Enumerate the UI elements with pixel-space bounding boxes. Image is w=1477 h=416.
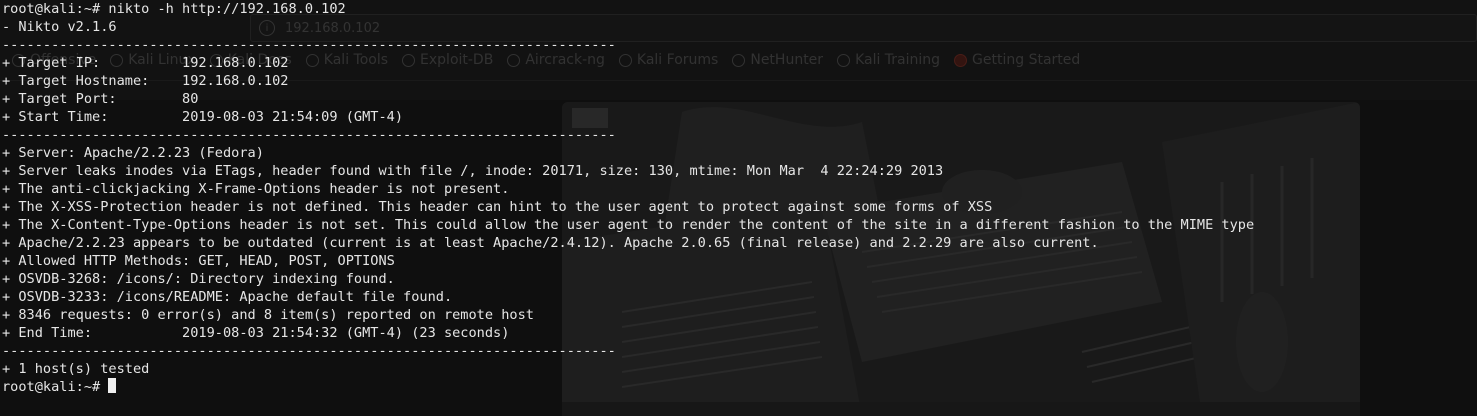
terminal-line-version: - Nikto v2.1.6 <box>2 19 117 35</box>
terminal-prompt: root@kali:~# <box>2 379 109 395</box>
terminal-line-http-methods: + Allowed HTTP Methods: GET, HEAD, POST,… <box>2 253 395 269</box>
terminal-line-target-ip: + Target IP: 192.168.0.102 <box>2 55 289 71</box>
terminal-line-target-port: + Target Port: 80 <box>2 91 199 107</box>
terminal-line-x-frame: + The anti-clickjacking X-Frame-Options … <box>2 181 510 197</box>
terminal-line-x-xss: + The X-XSS-Protection header is not def… <box>2 199 993 215</box>
terminal-line-etags: + Server leaks inodes via ETags, header … <box>2 163 944 179</box>
terminal-line-x-content-type: + The X-Content-Type-Options header is n… <box>2 217 1255 233</box>
terminal-line-target-host: + Target Hostname: 192.168.0.102 <box>2 73 289 89</box>
terminal-line-hosts-tested: + 1 host(s) tested <box>2 361 150 377</box>
terminal-prompt-line[interactable]: root@kali:~# <box>2 378 117 396</box>
terminal-cursor <box>108 378 117 393</box>
terminal-line-start-time: + Start Time: 2019-08-03 21:54:09 (GMT-4… <box>2 109 404 125</box>
terminal-line-osvdb-3268: + OSVDB-3268: /icons/: Directory indexin… <box>2 271 395 287</box>
terminal-window[interactable]: root@kali:~# nikto -h http://192.168.0.1… <box>0 0 1477 416</box>
terminal-line-separator: ----------------------------------------… <box>2 343 616 359</box>
terminal-line-server: + Server: Apache/2.2.23 (Fedora) <box>2 145 264 161</box>
terminal-line-separator: ----------------------------------------… <box>2 37 616 53</box>
terminal-line-apache-outdated: + Apache/2.2.23 appears to be outdated (… <box>2 235 1099 251</box>
terminal-line-command: root@kali:~# nikto -h http://192.168.0.1… <box>2 1 346 17</box>
terminal-line-end-time: + End Time: 2019-08-03 21:54:32 (GMT-4) … <box>2 325 510 341</box>
terminal-line-separator: ----------------------------------------… <box>2 127 616 143</box>
terminal-line-osvdb-3233: + OSVDB-3233: /icons/README: Apache defa… <box>2 289 453 305</box>
terminal-line-requests: + 8346 requests: 0 error(s) and 8 item(s… <box>2 307 534 323</box>
